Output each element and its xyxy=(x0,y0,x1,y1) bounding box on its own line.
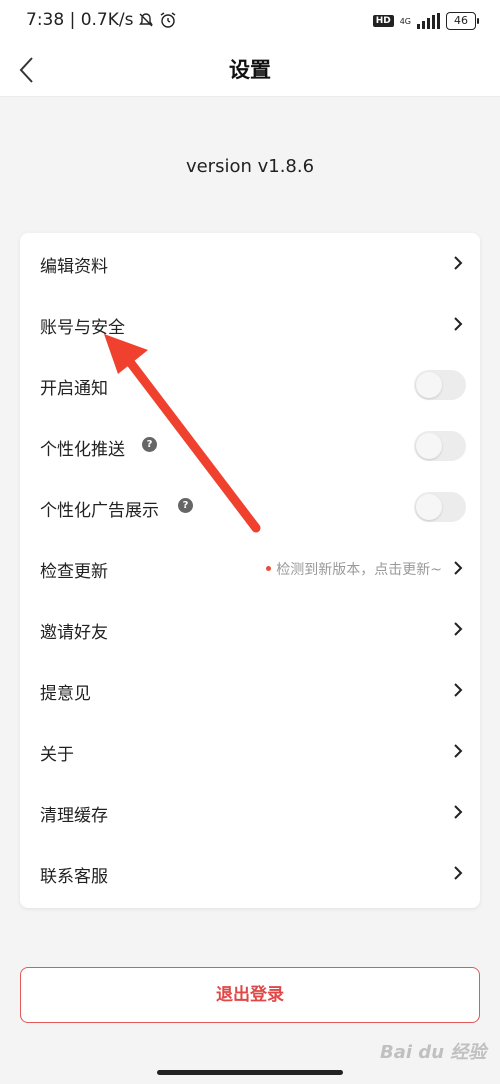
settings-row-edit-profile[interactable]: 编辑资料 xyxy=(20,233,480,293)
update-hint-text: 检测到新版本，点击更新~ xyxy=(276,562,442,578)
row-label: 账号与安全 xyxy=(40,318,125,338)
chevron-right-icon xyxy=(454,561,463,575)
hd-badge: HD xyxy=(372,15,394,27)
notifications-muted-icon xyxy=(139,13,154,27)
row-label: 个性化推送 xyxy=(40,440,125,460)
help-icon[interactable]: ? xyxy=(142,437,157,452)
row-label: 关于 xyxy=(40,745,74,765)
version-area: version v1.8.6 xyxy=(0,97,500,212)
row-label: 邀请好友 xyxy=(40,623,108,643)
alarm-icon xyxy=(161,12,176,28)
settings-row-contact-service[interactable]: 联系客服 xyxy=(20,843,480,903)
settings-card: 编辑资料 账号与安全 开启通知 个性化推送 ? 个性化广告展示 ? 检查更新 检… xyxy=(20,233,480,908)
notifications-toggle[interactable] xyxy=(414,370,466,400)
help-icon[interactable]: ? xyxy=(178,498,193,513)
chevron-right-icon xyxy=(454,744,463,758)
chevron-right-icon xyxy=(454,256,463,270)
status-time-speed: 7:38 | 0.7K/s xyxy=(26,10,134,30)
battery-icon: 46 xyxy=(446,12,479,30)
version-text: version v1.8.6 xyxy=(185,156,315,177)
toggle-knob xyxy=(416,372,442,398)
settings-row-clear-cache[interactable]: 清理缓存 xyxy=(20,782,480,842)
status-left: 7:38 | 0.7K/s xyxy=(26,10,177,30)
chevron-right-icon xyxy=(454,317,463,331)
update-hint: 检测到新版本，点击更新~ xyxy=(266,559,442,579)
status-bar: 7:38 | 0.7K/s HD 4G 46 xyxy=(0,0,500,44)
chevron-right-icon xyxy=(454,866,463,880)
page-title: 设置 xyxy=(229,58,271,82)
update-dot xyxy=(266,565,272,571)
toggle-knob xyxy=(416,433,442,459)
settings-row-personalized-ads: 个性化广告展示 ? xyxy=(20,477,480,537)
row-label: 联系客服 xyxy=(40,867,108,887)
settings-row-personalized-push: 个性化推送 ? xyxy=(20,416,480,476)
settings-row-account-security[interactable]: 账号与安全 xyxy=(20,294,480,354)
toggle-knob xyxy=(416,494,442,520)
personalized-push-toggle[interactable] xyxy=(414,431,466,461)
settings-row-feedback[interactable]: 提意见 xyxy=(20,660,480,720)
settings-row-about[interactable]: 关于 xyxy=(20,721,480,781)
logout-button[interactable]: 退出登录 xyxy=(20,967,480,1023)
settings-row-notifications: 开启通知 xyxy=(20,355,480,415)
chevron-right-icon xyxy=(454,683,463,697)
watermark: Bai du 经验 xyxy=(380,1042,487,1063)
chevron-right-icon xyxy=(454,805,463,819)
row-label: 个性化广告展示 xyxy=(40,501,159,521)
home-indicator xyxy=(157,1070,343,1075)
network-type: 4G xyxy=(399,16,411,26)
settings-row-invite-friends[interactable]: 邀请好友 xyxy=(20,599,480,659)
settings-row-check-update[interactable]: 检查更新 检测到新版本，点击更新~ xyxy=(20,538,480,598)
row-label: 清理缓存 xyxy=(40,806,108,826)
nav-bar: 设置 xyxy=(0,44,500,97)
row-label: 提意见 xyxy=(40,684,91,704)
row-label: 检查更新 xyxy=(40,562,108,582)
chevron-right-icon xyxy=(454,622,463,636)
row-label: 编辑资料 xyxy=(40,257,108,277)
row-label: 开启通知 xyxy=(40,379,108,399)
personalized-ads-toggle[interactable] xyxy=(414,492,466,522)
status-right: HD 4G 46 xyxy=(372,12,479,30)
signal-icon xyxy=(417,13,440,29)
